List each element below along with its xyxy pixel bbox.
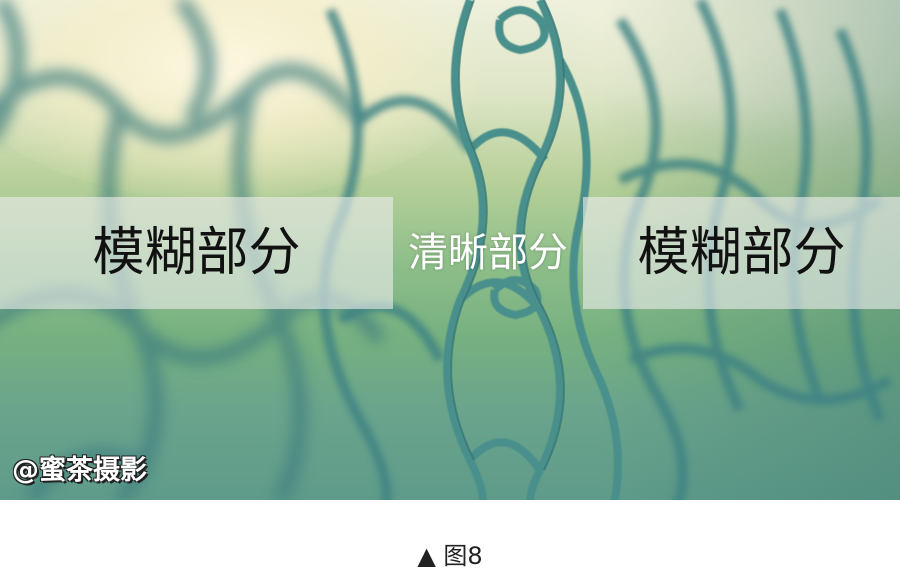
figure-caption: ▲ 图8 (417, 542, 483, 570)
sharp-region-label: 清晰部分 (408, 230, 568, 276)
photo: 模糊部分 清晰部分 模糊部分 @蜜茶摄影 (0, 0, 900, 500)
blurred-region-label-right: 模糊部分 (637, 223, 846, 283)
watermark: @蜜茶摄影 (12, 455, 147, 486)
blurred-region-label-left: 模糊部分 (92, 223, 301, 283)
